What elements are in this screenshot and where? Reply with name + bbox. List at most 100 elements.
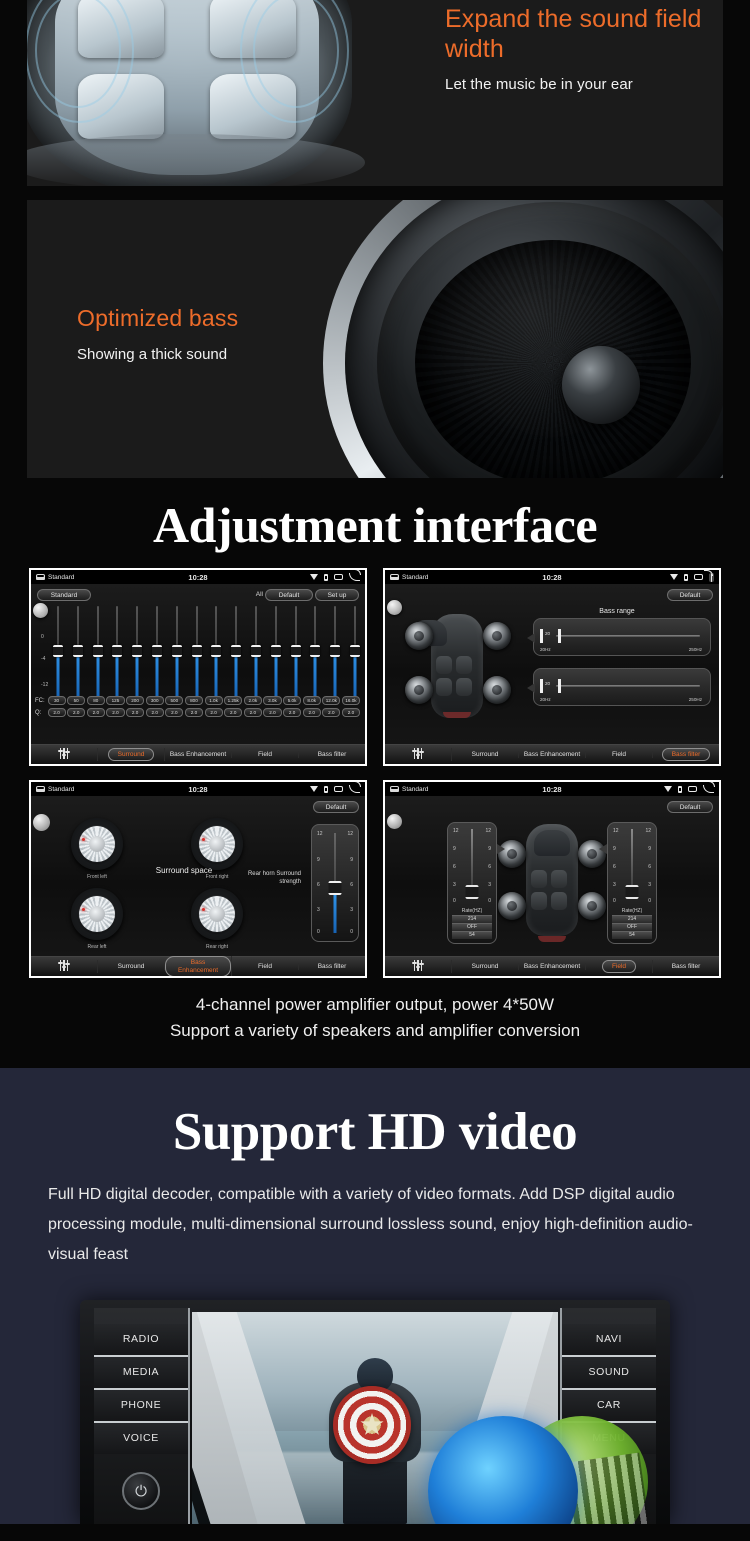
- eq-slider[interactable]: [132, 606, 143, 700]
- eq-fc-cell[interactable]: 1.25k: [224, 696, 243, 705]
- tab-field[interactable]: Field: [586, 750, 653, 759]
- eq-slider[interactable]: [310, 606, 321, 700]
- eq-q-cell[interactable]: 2.0: [263, 708, 282, 717]
- fader-thumb[interactable]: [465, 885, 479, 899]
- eq-slider[interactable]: [171, 606, 182, 700]
- eq-default-button[interactable]: Default: [265, 589, 313, 601]
- eq-fc-cell[interactable]: 500: [165, 696, 184, 705]
- eq-slider[interactable]: [92, 606, 103, 700]
- tab-equalizer[interactable]: [31, 747, 98, 762]
- tab-surround[interactable]: Surround: [452, 750, 519, 759]
- recents-icon[interactable]: [334, 574, 343, 580]
- surround-default-button[interactable]: Default: [313, 801, 359, 813]
- eq-preset-button[interactable]: Standard: [37, 589, 91, 601]
- field-fader-right[interactable]: 12 12 9 9 6 6 3 3 0 0 Rate(HZ) 214 OFF 5…: [607, 822, 657, 944]
- button-media[interactable]: MEDIA: [94, 1357, 188, 1390]
- eq-q-cell[interactable]: 2.0: [145, 708, 164, 717]
- button-radio[interactable]: RADIO: [94, 1324, 188, 1357]
- tab-equalizer[interactable]: [385, 959, 452, 974]
- corner-knob[interactable]: [33, 814, 50, 831]
- back-icon[interactable]: [349, 782, 361, 793]
- eq-q-cell[interactable]: 2.0: [302, 708, 321, 717]
- corner-knob[interactable]: [387, 814, 402, 829]
- fader-thumb[interactable]: [328, 881, 342, 895]
- back-icon[interactable]: [349, 570, 361, 581]
- eq-slider[interactable]: [349, 606, 360, 700]
- eq-fc-cell[interactable]: 5.0k: [283, 696, 302, 705]
- eq-fc-cell[interactable]: 1.0k: [204, 696, 223, 705]
- tab-bass-enhancement[interactable]: Bass Enhancement: [519, 750, 586, 759]
- bass-range-slider-1[interactable]: 20 20Hz 250Hz: [527, 618, 711, 656]
- eq-fc-cell[interactable]: 300: [145, 696, 164, 705]
- eq-q-cell[interactable]: 2.0: [106, 708, 125, 717]
- rate-value[interactable]: 214: [452, 915, 492, 923]
- tab-surround[interactable]: Surround: [452, 962, 519, 971]
- eq-fc-cell[interactable]: 2.0k: [243, 696, 262, 705]
- eq-slider[interactable]: [53, 606, 63, 700]
- rate-bottom-value[interactable]: 54: [452, 931, 492, 939]
- button-phone[interactable]: PHONE: [94, 1390, 188, 1423]
- fader-thumb[interactable]: [625, 885, 639, 899]
- recents-icon[interactable]: [334, 786, 343, 792]
- surround-strength-fader[interactable]: 12 12 9 9 6 6 3 3 0 0: [311, 824, 359, 942]
- tab-field[interactable]: Field: [232, 962, 299, 971]
- rate-bottom-value[interactable]: 54: [612, 931, 652, 939]
- slider-handle-max[interactable]: [558, 679, 561, 693]
- eq-slider[interactable]: [270, 606, 281, 700]
- eq-fc-cell[interactable]: 50: [67, 696, 86, 705]
- corner-knob[interactable]: [387, 600, 402, 615]
- eq-fc-cell[interactable]: 12.0k: [322, 696, 341, 705]
- tab-bass-filter[interactable]: Bass filter: [299, 963, 365, 971]
- eq-q-cell[interactable]: 2.0: [243, 708, 262, 717]
- eq-fc-cell[interactable]: 125: [106, 696, 125, 705]
- tab-surround[interactable]: Surround: [98, 962, 165, 971]
- eq-fc-cell[interactable]: 200: [126, 696, 145, 705]
- knob-rear-right[interactable]: [191, 888, 243, 940]
- tab-bass-filter[interactable]: Bass filter: [299, 751, 365, 759]
- eq-slider[interactable]: [191, 606, 202, 700]
- eq-q-cell[interactable]: 2.0: [67, 708, 86, 717]
- tab-bass-enhancement[interactable]: Bass Enhancement: [165, 750, 232, 759]
- eq-q-cell[interactable]: 2.0: [86, 708, 105, 717]
- eq-fc-cell[interactable]: 3.0k: [263, 696, 282, 705]
- tab-bass-filter[interactable]: Bass filter: [653, 963, 719, 971]
- eq-slider[interactable]: [330, 606, 341, 700]
- eq-setup-button[interactable]: Set up: [315, 589, 359, 601]
- eq-q-cell[interactable]: 2.0: [165, 708, 184, 717]
- eq-slider[interactable]: [112, 606, 123, 700]
- eq-q-cell[interactable]: 2.0: [204, 708, 223, 717]
- back-icon[interactable]: [703, 782, 715, 793]
- tab-field[interactable]: Field: [586, 959, 653, 974]
- eq-q-cell[interactable]: 2.0: [47, 708, 66, 717]
- recents-icon[interactable]: [694, 574, 703, 580]
- recents-icon[interactable]: [688, 786, 697, 792]
- tab-equalizer[interactable]: [31, 959, 98, 974]
- back-icon[interactable]: [711, 573, 712, 582]
- button-navi[interactable]: NAVI: [562, 1324, 656, 1357]
- eq-slider[interactable]: [231, 606, 242, 700]
- bass-range-slider-2[interactable]: 20 20Hz 250Hz: [527, 668, 711, 706]
- power-button[interactable]: ⏻: [122, 1472, 160, 1510]
- slider-handle-max[interactable]: [558, 629, 561, 643]
- eq-fc-cell[interactable]: 800: [184, 696, 203, 705]
- knob-front-left[interactable]: [71, 818, 123, 870]
- eq-slider[interactable]: [72, 606, 83, 700]
- eq-fc-cell[interactable]: 16.0k: [341, 696, 360, 705]
- rate-state[interactable]: OFF: [612, 923, 652, 931]
- slider-handle-min[interactable]: [540, 679, 543, 693]
- field-fader-left[interactable]: 12 12 9 9 6 6 3 3 0 0 Rate(HZ) 214 OFF 5…: [447, 822, 497, 944]
- knob-rear-left[interactable]: [71, 888, 123, 940]
- tab-equalizer[interactable]: [385, 747, 452, 762]
- knob-front-right[interactable]: [191, 818, 243, 870]
- eq-q-cell[interactable]: 2.0: [126, 708, 145, 717]
- bassrange-default-button[interactable]: Default: [667, 589, 713, 601]
- eq-q-cell[interactable]: 2.0: [341, 708, 360, 717]
- button-voice[interactable]: VOICE: [94, 1423, 188, 1454]
- eq-fc-cell[interactable]: 80: [86, 696, 105, 705]
- eq-slider[interactable]: [290, 606, 301, 700]
- eq-slider[interactable]: [211, 606, 222, 700]
- eq-q-cell[interactable]: 2.0: [224, 708, 243, 717]
- eq-q-cell[interactable]: 2.0: [322, 708, 341, 717]
- rate-value[interactable]: 214: [612, 915, 652, 923]
- tab-bass-filter[interactable]: Bass filter: [653, 747, 719, 762]
